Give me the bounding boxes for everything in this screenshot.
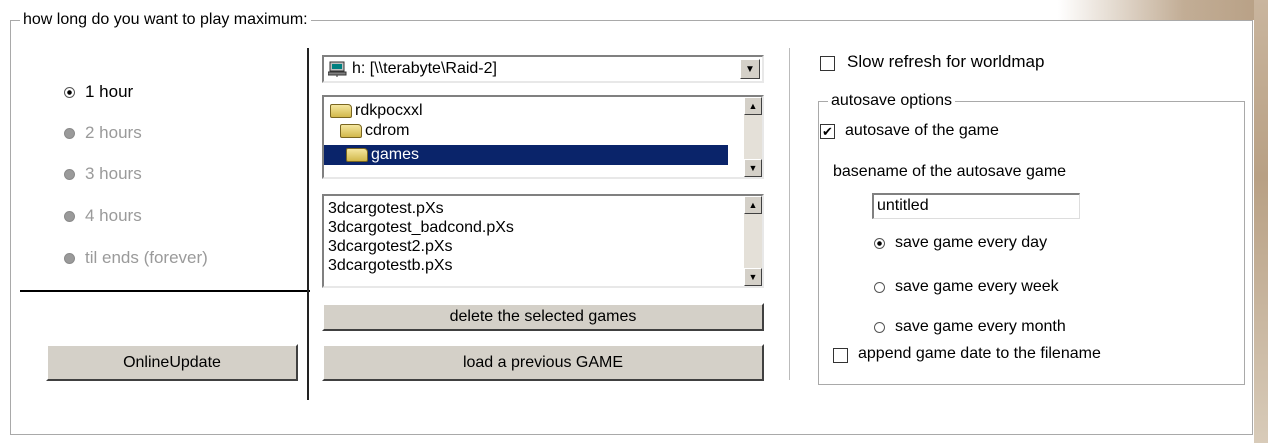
background-photo-strip-top bbox=[1058, 0, 1268, 20]
append-date-checkbox[interactable] bbox=[833, 348, 848, 363]
append-date-label: append game date to the filename bbox=[858, 345, 1101, 362]
radio-2-hours[interactable]: 2 hours bbox=[64, 123, 142, 143]
open-folder-icon bbox=[340, 123, 362, 138]
file-item[interactable]: 3dcargotest_badcond.pXs bbox=[328, 218, 514, 238]
right-vertical-divider bbox=[789, 48, 790, 380]
radio-4-hours[interactable]: 4 hours bbox=[64, 206, 142, 226]
radio-label: 4 hours bbox=[85, 206, 142, 225]
radio-checked-icon bbox=[874, 237, 885, 249]
radio-label: 3 hours bbox=[85, 164, 142, 183]
left-vertical-divider bbox=[307, 48, 309, 400]
scroll-up-icon[interactable]: ▲ bbox=[744, 196, 762, 214]
autosave-label: autosave of the game bbox=[845, 122, 999, 139]
radio-save-every-week[interactable]: save game every week bbox=[874, 278, 1059, 296]
radio-unchecked-icon bbox=[874, 321, 885, 333]
radio-label: save game every month bbox=[895, 318, 1066, 335]
radio-forever[interactable]: til ends (forever) bbox=[64, 248, 208, 268]
slow-refresh-label: Slow refresh for worldmap bbox=[847, 52, 1045, 71]
radio-label: 2 hours bbox=[85, 123, 142, 142]
drive-combobox[interactable]: h: [\\terabyte\Raid-2] ▼ bbox=[322, 55, 764, 83]
network-drive-icon bbox=[327, 61, 348, 77]
file-item[interactable]: 3dcargotestb.pXs bbox=[328, 256, 453, 276]
load-game-button[interactable]: load a previous GAME bbox=[322, 344, 764, 381]
open-folder-icon bbox=[330, 103, 352, 118]
radio-disabled-icon bbox=[64, 210, 75, 222]
radio-disabled-icon bbox=[64, 127, 75, 139]
chevron-down-icon[interactable]: ▼ bbox=[740, 59, 760, 79]
folder-item[interactable]: rdkpocxxl bbox=[330, 101, 423, 121]
file-item[interactable]: 3dcargotest.pXs bbox=[328, 199, 444, 219]
folder-list-scrollbar[interactable]: ▲ ▼ bbox=[744, 97, 762, 177]
radio-save-every-month[interactable]: save game every month bbox=[874, 318, 1066, 336]
play-duration-title: how long do you want to play maximum: bbox=[20, 10, 311, 30]
file-item[interactable]: 3dcargotest2.pXs bbox=[328, 237, 453, 257]
radio-label: til ends (forever) bbox=[85, 248, 208, 267]
drive-combobox-value: h: [\\terabyte\Raid-2] bbox=[352, 60, 497, 77]
radio-label: 1 hour bbox=[85, 82, 134, 101]
online-update-button[interactable]: OnlineUpdate bbox=[46, 344, 298, 381]
radio-save-every-day[interactable]: save game every day bbox=[874, 234, 1047, 252]
basename-label: basename of the autosave game bbox=[833, 163, 1067, 180]
delete-games-button[interactable]: delete the selected games bbox=[322, 303, 764, 331]
open-folder-icon bbox=[346, 147, 368, 162]
checkmark-icon: ✔ bbox=[822, 124, 833, 139]
basename-input[interactable]: untitled bbox=[872, 193, 1080, 219]
slow-refresh-checkbox[interactable] bbox=[820, 56, 835, 71]
folder-item[interactable]: cdrom bbox=[340, 121, 409, 141]
radio-checked-icon bbox=[64, 86, 75, 98]
radio-unchecked-icon bbox=[874, 281, 885, 293]
radio-disabled-icon bbox=[64, 168, 75, 180]
file-list-scrollbar[interactable]: ▲ ▼ bbox=[744, 196, 762, 286]
folder-list[interactable]: rdkpocxxl cdrom games ▲ ▼ bbox=[322, 95, 764, 179]
scroll-down-icon[interactable]: ▼ bbox=[744, 268, 762, 286]
left-divider bbox=[20, 290, 310, 292]
radio-disabled-icon bbox=[64, 252, 75, 264]
radio-label: save game every day bbox=[895, 234, 1048, 251]
scroll-down-icon[interactable]: ▼ bbox=[744, 159, 762, 177]
background-photo-strip bbox=[1254, 0, 1268, 443]
folder-item-selected[interactable]: games bbox=[324, 145, 728, 165]
autosave-checkbox[interactable]: ✔ bbox=[820, 124, 835, 139]
saved-games-list[interactable]: 3dcargotest.pXs 3dcargotest_badcond.pXs … bbox=[322, 194, 764, 288]
scroll-up-icon[interactable]: ▲ bbox=[744, 97, 762, 115]
radio-label: save game every week bbox=[895, 278, 1059, 295]
radio-1-hour[interactable]: 1 hour bbox=[64, 82, 133, 102]
radio-3-hours[interactable]: 3 hours bbox=[64, 164, 142, 184]
autosave-title: autosave options bbox=[828, 92, 955, 110]
